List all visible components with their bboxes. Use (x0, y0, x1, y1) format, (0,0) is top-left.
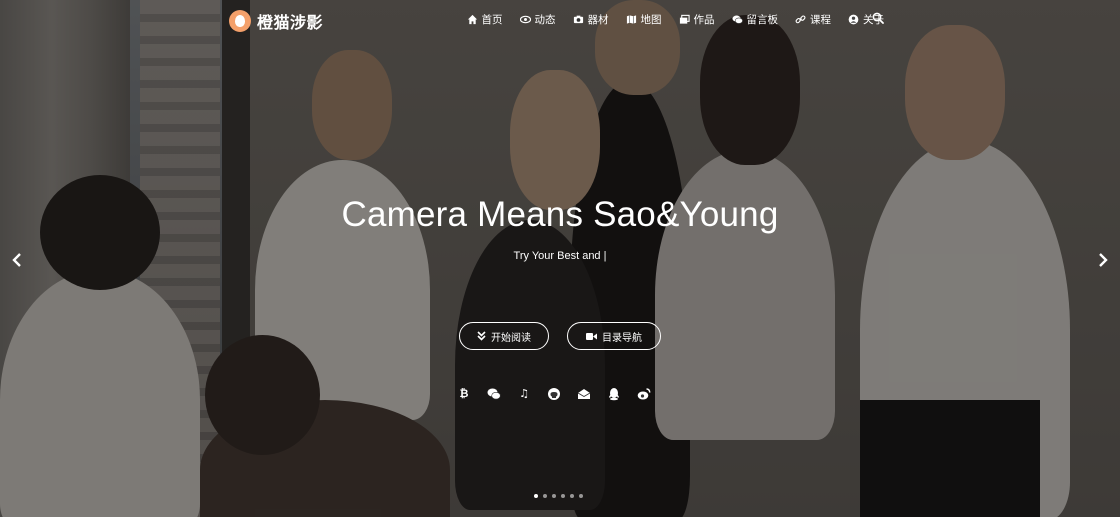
nav-item-home[interactable]: 首页 (467, 12, 503, 27)
main-nav: 首页 动态 器材 地图 作品 留言板 课程 关于 (467, 12, 884, 27)
social-links: ₿ ♫ (457, 387, 651, 401)
weibo-icon[interactable] (637, 387, 651, 401)
nav-item-works[interactable]: 作品 (679, 12, 715, 27)
catalog-nav-label: 目录导航 (602, 332, 642, 344)
nav-label: 作品 (693, 14, 715, 26)
nav-label: 动态 (534, 14, 556, 26)
bitcoin-icon[interactable]: ₿ (457, 387, 471, 401)
start-reading-button[interactable]: 开始阅读 (459, 322, 549, 350)
carousel-dot[interactable] (543, 494, 547, 498)
carousel-indicators (534, 494, 583, 498)
site-name: 橙猫涉影 (257, 13, 324, 32)
site-header: 橙猫涉影 首页 动态 器材 地图 作品 留言板 课程 关于 (0, 0, 1120, 40)
logo-icon (229, 10, 251, 32)
github-icon[interactable] (547, 387, 561, 401)
nav-item-guestbook[interactable]: 留言板 (731, 12, 779, 27)
carousel-dot[interactable] (534, 494, 538, 498)
nav-item-gear[interactable]: 器材 (573, 12, 609, 27)
nav-item-moments[interactable]: 动态 (519, 12, 556, 27)
camera-icon (573, 15, 583, 24)
qq-icon[interactable] (607, 387, 621, 401)
search-icon[interactable] (872, 12, 884, 24)
carousel-dot[interactable] (561, 494, 565, 498)
nav-item-courses[interactable]: 课程 (795, 12, 831, 27)
hero-title: Camera Means Sao&Young (341, 195, 779, 234)
start-reading-label: 开始阅读 (491, 332, 531, 344)
music-icon[interactable]: ♫ (517, 387, 531, 401)
images-icon (679, 14, 690, 24)
home-icon (467, 14, 477, 25)
comments-icon (731, 15, 743, 24)
nav-label: 留言板 (746, 14, 779, 26)
video-icon (586, 332, 597, 340)
catalog-nav-button[interactable]: 目录导航 (567, 322, 661, 350)
nav-item-map[interactable]: 地图 (626, 12, 662, 27)
site-logo[interactable]: 橙猫涉影 (229, 9, 323, 33)
nav-label: 课程 (810, 14, 831, 26)
map-icon (626, 15, 636, 24)
hero-subtitle: Try Your Best and | (513, 250, 607, 262)
carousel-dot[interactable] (570, 494, 574, 498)
user-circle-icon (848, 14, 859, 25)
mail-icon[interactable] (577, 387, 591, 401)
link-icon (795, 15, 806, 24)
carousel-dot[interactable] (579, 494, 583, 498)
wechat-icon[interactable] (487, 387, 501, 401)
nav-label: 地图 (640, 14, 662, 26)
nav-label: 首页 (481, 14, 503, 26)
carousel-dot[interactable] (552, 494, 556, 498)
double-chevron-down-icon (477, 331, 486, 341)
nav-label: 器材 (587, 14, 609, 26)
eye-icon (519, 15, 531, 24)
